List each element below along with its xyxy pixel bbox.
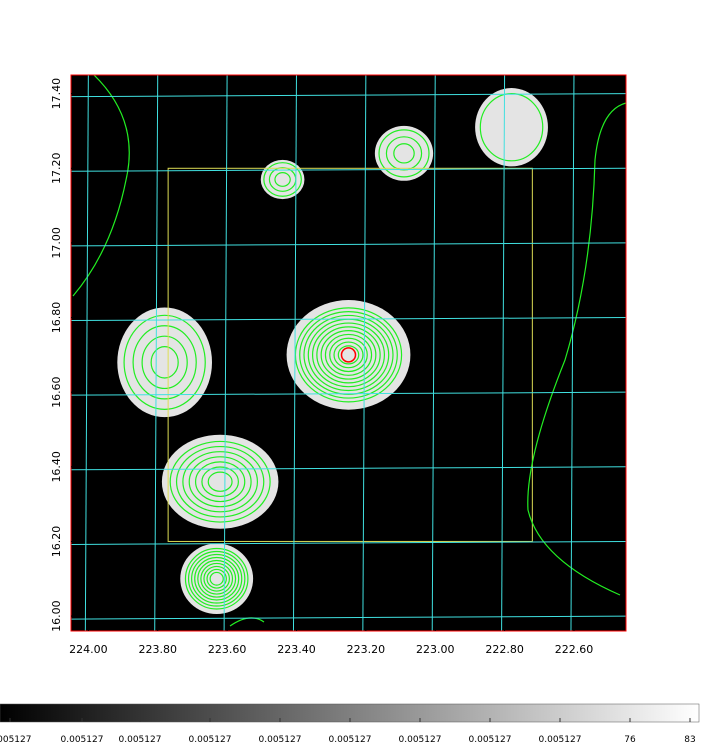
colorbar-label: 0.005127 (259, 735, 302, 745)
colorbar-label: 0.005127 (0, 735, 31, 745)
colorbar-label: 0.005127 (469, 735, 512, 745)
x-tick-label: 224.00 (69, 643, 108, 656)
y-tick-label: 16.20 (50, 526, 63, 558)
source-blob (260, 159, 305, 200)
colorbar-label: 76 (624, 735, 636, 745)
y-tick-label: 16.60 (50, 376, 63, 408)
y-tick-label: 17.40 (50, 78, 63, 110)
colorbar-label: 83 (684, 735, 695, 745)
x-tick-label: 222.80 (485, 643, 524, 656)
y-tick-label: 16.00 (50, 600, 63, 632)
source-blob (374, 125, 434, 181)
sky-image-chart: 224.00 223.80 223.60 223.40 223.20 223.00 222.… (0, 74, 700, 745)
x-tick-label: 223.60 (208, 643, 247, 656)
source-blob (475, 88, 548, 167)
y-tick-label: 16.80 (50, 302, 63, 334)
colorbar-label: 0.005127 (539, 735, 582, 745)
x-tick-label: 223.20 (347, 643, 386, 656)
colorbar-label: 0.005127 (61, 735, 104, 745)
x-tick-label: 222.60 (555, 643, 594, 656)
colorbar-label: 0.005127 (119, 735, 162, 745)
x-tick-label: 223.00 (416, 643, 455, 656)
colorbar-label: 0.005127 (329, 735, 372, 745)
source-blob (161, 434, 279, 529)
y-tick-label: 17.20 (50, 153, 63, 185)
source-blob (117, 307, 213, 418)
colorbar-label: 0.005127 (189, 735, 232, 745)
y-tick-label: 17.00 (50, 227, 63, 259)
y-tick-label: 16.40 (50, 451, 63, 483)
x-tick-label: 223.80 (138, 643, 177, 656)
colorbar-label: 0.005127 (399, 735, 442, 745)
x-tick-label: 223.40 (277, 643, 316, 656)
